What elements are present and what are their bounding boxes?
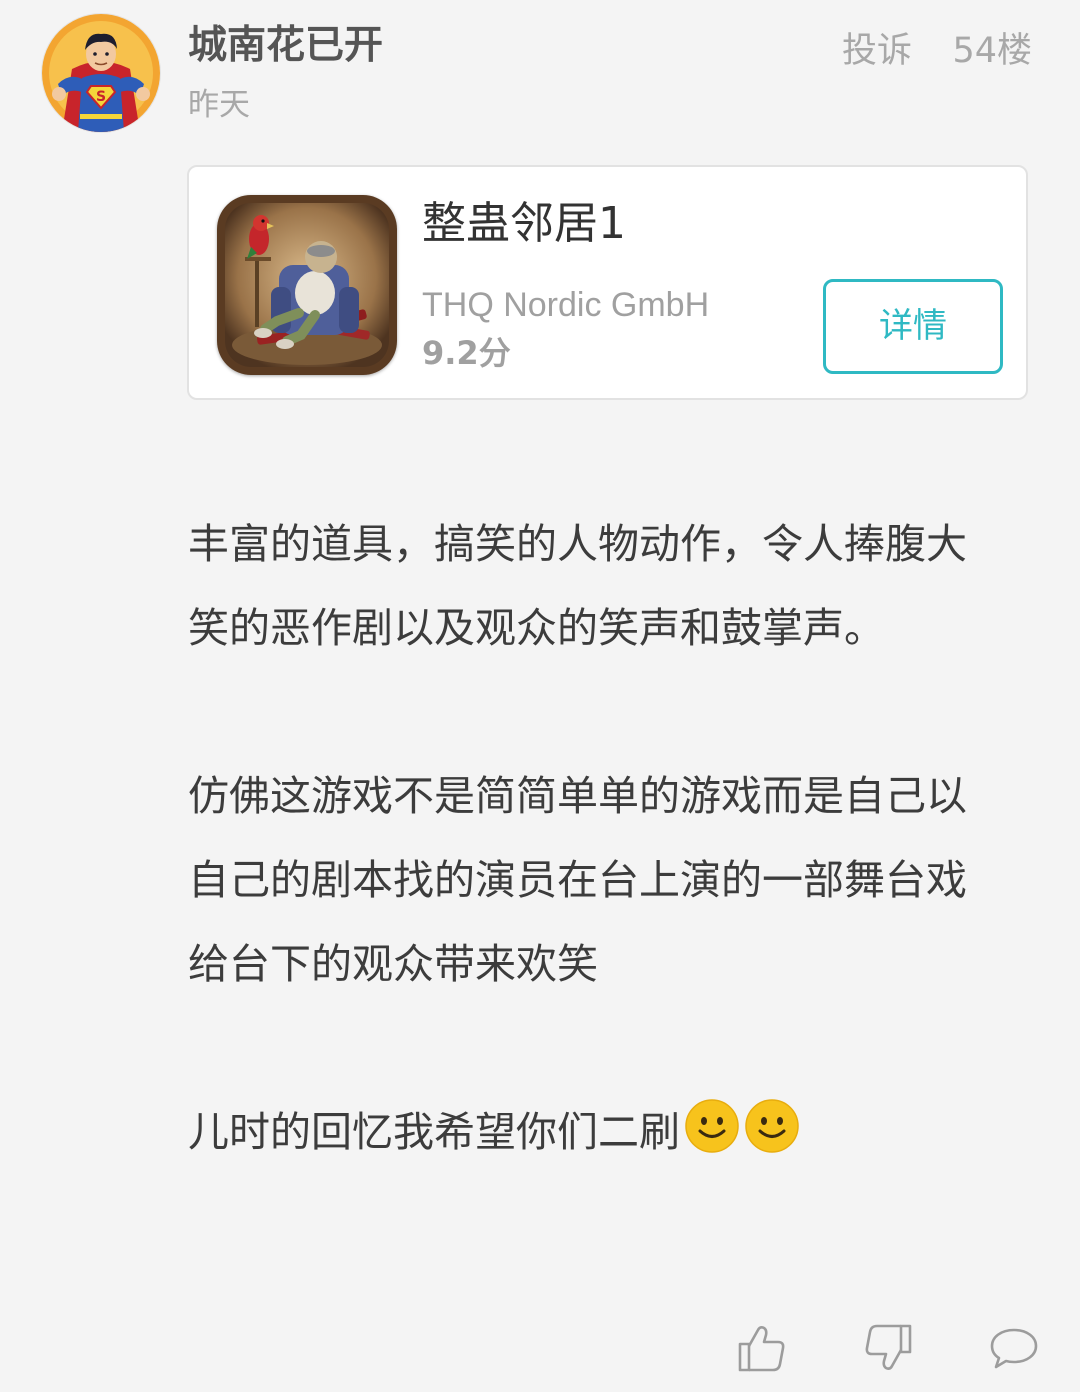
avatar[interactable]: S xyxy=(42,14,160,132)
username[interactable]: 城南花已开 xyxy=(188,20,383,72)
superman-avatar-icon: S xyxy=(42,14,160,132)
smiley-emoji-icon xyxy=(684,1098,740,1154)
app-developer: THQ Nordic GmbH xyxy=(422,286,710,324)
thumbs-down-icon[interactable] xyxy=(862,1322,914,1374)
review-paragraph: 丰富的道具，搞笑的人物动作，令人捧腹大笑的恶作剧以及观众的笑声和鼓掌声。 xyxy=(188,520,967,652)
review-paragraph-text: 儿时的回忆我希望你们二刷 xyxy=(188,1108,680,1156)
thumbs-up-icon[interactable] xyxy=(736,1322,788,1374)
review-paragraph: 儿时的回忆我希望你们二刷 xyxy=(188,1090,1006,1174)
post-time: 昨天 xyxy=(188,87,250,123)
app-name[interactable]: 整蛊邻居1 xyxy=(422,195,626,253)
svg-text:S: S xyxy=(96,89,106,105)
floor-number: 54楼 xyxy=(952,31,1032,71)
review-paragraph: 仿佛这游戏不是简简单单的游戏而是自己以自己的剧本找的演员在台上演的一部舞台戏给台… xyxy=(188,772,967,988)
review-body: 丰富的道具，搞笑的人物动作，令人捧腹大笑的恶作剧以及观众的笑声和鼓掌声。 仿佛这… xyxy=(188,502,1006,1174)
neighbours-game-icon xyxy=(217,195,397,375)
app-rating: 9.2分 xyxy=(422,334,511,372)
smiley-emoji-icon xyxy=(744,1098,800,1154)
app-card[interactable]: 整蛊邻居1 THQ Nordic GmbH 9.2分 详情 xyxy=(187,165,1028,400)
comment-icon[interactable] xyxy=(988,1322,1040,1374)
detail-button[interactable]: 详情 xyxy=(823,279,1003,374)
report-button[interactable]: 投诉 xyxy=(842,28,912,74)
